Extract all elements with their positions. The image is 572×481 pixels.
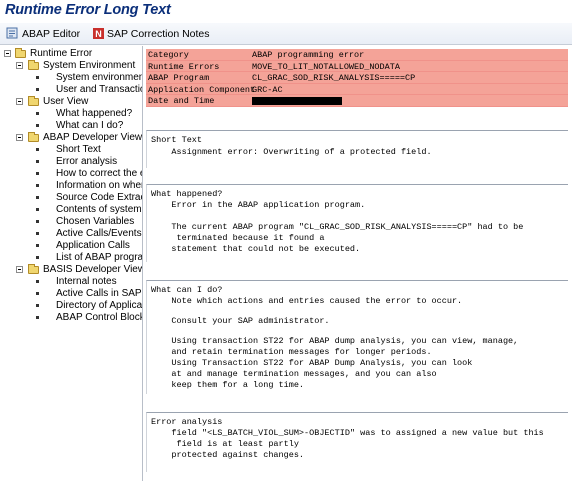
tree-label: List of ABAP programs a [56, 252, 143, 263]
tree-label: Information on where t [56, 180, 142, 191]
bullet-icon [36, 112, 39, 115]
tree-label: Source Code Extract [56, 192, 143, 203]
section-line: field "<LS_BATCH_VIOL_SUM>-OBJECTID" was… [151, 428, 544, 438]
folder-open-icon [28, 132, 39, 142]
bullet-icon [36, 148, 39, 151]
correction-notes-icon[interactable]: N [92, 27, 105, 40]
bullet-icon [36, 232, 39, 235]
tree-label: Active Calls/Events [56, 228, 142, 239]
bullet-icon [36, 172, 39, 175]
tree-label: User View [43, 96, 89, 107]
collapse-icon[interactable] [4, 50, 11, 57]
tree-label: Application Calls [56, 240, 130, 251]
svg-text:N: N [95, 29, 102, 39]
bullet-icon [36, 280, 39, 283]
folder-open-icon [28, 60, 39, 70]
collapse-icon[interactable] [16, 62, 23, 69]
collapse-icon[interactable] [16, 98, 23, 105]
tree-label: Error analysis [56, 156, 118, 167]
section-line: terminated because it found a [151, 233, 325, 243]
section-line: keep them for a long time. [151, 380, 305, 390]
tree-label: Runtime Error [30, 48, 93, 59]
section-line: Error in the ABAP application program. [151, 200, 366, 210]
section-line: Note which actions and entries caused th… [151, 296, 463, 306]
collapse-icon[interactable] [16, 266, 23, 273]
tree-label: Chosen Variables [56, 216, 135, 227]
bullet-icon [36, 244, 39, 247]
error-header-table: Category ABAP programming error Runtime … [146, 49, 568, 107]
bullet-icon [36, 76, 39, 79]
tree-label: ABAP Developer View [43, 132, 143, 143]
folder-open-icon [28, 96, 39, 106]
header-row-abap-program: ABAP Program CL_GRAC_SOD_RISK_ANALYSIS==… [146, 72, 568, 84]
bullet-icon [36, 220, 39, 223]
header-row-runtime-errors: Runtime Errors MOVE_TO_LIT_NOTALLOWED_NO… [146, 60, 568, 72]
folder-open-icon [15, 48, 26, 58]
section-short-text: Short Text Assignment error: Overwriting… [146, 130, 568, 168]
bullet-icon [36, 196, 39, 199]
title-bar: Runtime Error Long Text [0, 0, 572, 22]
tree-label: ABAP Control Blocks (C [56, 312, 142, 323]
bullet-icon [36, 208, 39, 211]
collapse-icon[interactable] [16, 134, 23, 141]
tree-label: Active Calls in SAP Kern [56, 288, 142, 299]
tree-label: System Environment [43, 60, 136, 71]
bullet-icon [36, 184, 39, 187]
section-line: Using transaction ST22 for ABAP dump ana… [151, 336, 519, 346]
section-line: statement that could not be executed. [151, 244, 361, 254]
bullet-icon [36, 256, 39, 259]
tree-label: Contents of system fiel [56, 204, 142, 215]
section-what-happened: What happened? Error in the ABAP applica… [146, 184, 568, 262]
tree-label: BASIS Developer View [43, 264, 143, 275]
header-row-date-and-time: Date and Time [146, 95, 568, 107]
section-line: Using Transaction ST22 for ABAP Dump Ana… [151, 358, 473, 368]
tree-label: User and Transaction [56, 84, 143, 95]
window-title: Runtime Error Long Text [5, 2, 171, 18]
section-title: What happened? [151, 189, 223, 199]
section-line: The current ABAP program "CL_GRAC_SOD_RI… [151, 222, 524, 232]
redacted-value [252, 97, 342, 105]
header-row-application-component: Application Component GRC-AC [146, 83, 568, 95]
section-title: Short Text [151, 135, 203, 145]
tree-label: How to correct the err [56, 168, 143, 179]
section-what-can-i-do: What can I do? Note which actions and en… [146, 280, 568, 394]
header-row-category: Category ABAP programming error [146, 49, 568, 61]
section-error-analysis: Error analysis field "<LS_BATCH_VIOL_SUM… [146, 412, 568, 472]
section-line: at and manage termination messages, and … [151, 369, 437, 379]
tree-label: Directory of Application [56, 300, 143, 311]
bullet-icon [36, 124, 39, 127]
bullet-icon [36, 304, 39, 307]
section-title: What can I do? [151, 285, 223, 295]
content-pane: Category ABAP programming error Runtime … [144, 46, 572, 481]
toolbar: ABAP Editor N SAP Correction Notes [0, 23, 572, 45]
bullet-icon [36, 88, 39, 91]
section-title: Error analysis [151, 417, 223, 427]
sap-correction-notes-button[interactable]: SAP Correction Notes [107, 28, 210, 40]
navigation-tree: Runtime Error System Environment System … [0, 46, 143, 481]
tree-label: What can I do? [56, 120, 124, 131]
tree-label: System environment [56, 72, 143, 83]
abap-editor-button[interactable]: ABAP Editor [22, 28, 80, 40]
tree-label: Short Text [56, 144, 101, 155]
section-line: protected against changes. [151, 450, 305, 460]
abap-editor-icon[interactable] [6, 27, 19, 40]
tree-label: What happened? [56, 108, 133, 119]
bullet-icon [36, 316, 39, 319]
folder-open-icon [28, 264, 39, 274]
section-line: Assignment error: Overwriting of a prote… [151, 147, 432, 157]
section-line: field is at least partly [151, 439, 299, 449]
tree-label: Internal notes [56, 276, 117, 287]
section-line: and retain termination messages for long… [151, 347, 432, 357]
bullet-icon [36, 292, 39, 295]
bullet-icon [36, 160, 39, 163]
section-line: Consult your SAP administrator. [151, 316, 330, 326]
